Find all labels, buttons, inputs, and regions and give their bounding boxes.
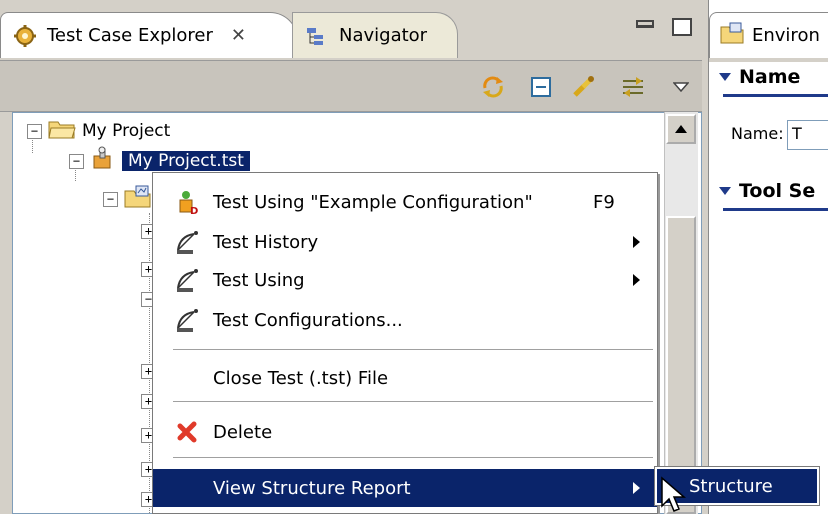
menu-separator: [173, 401, 653, 403]
satellite-icon: [173, 265, 203, 295]
tab-label: Navigator: [339, 25, 428, 46]
menu-item-label: Close Test (.tst) File: [213, 367, 389, 389]
view-menu-icon[interactable]: [668, 74, 694, 100]
tree-item-label: My Project.tst: [122, 151, 250, 171]
tab-label: Test Case Explorer: [47, 25, 213, 46]
menu-item-label: Test History: [213, 231, 319, 253]
menu-item-test-using-example[interactable]: D Test Using "Example Configuration" F9: [153, 183, 657, 221]
tree-item-environment[interactable]: −: [103, 185, 152, 213]
collapse-all-icon[interactable]: [528, 74, 554, 100]
tab-label: Environ: [752, 25, 820, 46]
name-field-label: Name:: [731, 124, 784, 143]
section-title: Tool Se: [739, 180, 816, 202]
chevron-down-icon: [719, 73, 731, 81]
close-icon[interactable]: ✕: [231, 25, 246, 46]
tab-test-case-explorer[interactable]: Test Case Explorer ✕: [0, 12, 298, 58]
environment-icon: [720, 22, 744, 49]
menu-shortcut: F9: [593, 191, 615, 213]
context-menu: D Test Using "Example Configuration" F9 …: [152, 172, 658, 514]
menu-item-label: View Structure Report: [213, 477, 411, 499]
scroll-up-button[interactable]: [666, 114, 696, 144]
menu-separator: [173, 349, 653, 351]
tree-expander[interactable]: −: [27, 123, 42, 139]
section-underline: [723, 208, 828, 211]
menu-item-test-configurations[interactable]: Test Configurations...: [153, 301, 657, 339]
tree-item-my-project[interactable]: − My Project: [27, 117, 170, 145]
maximize-icon[interactable]: [672, 18, 692, 36]
section-header-name[interactable]: Name: [719, 62, 800, 92]
menu-item-label: Test Configurations...: [213, 309, 403, 331]
environment-view: Environ Name Name: T Tool Se: [708, 0, 828, 514]
tree-expander[interactable]: −: [103, 191, 118, 207]
submenu-arrow-icon: [633, 482, 640, 494]
delete-icon: [173, 417, 203, 447]
view-toolbar: [0, 60, 702, 112]
submenu-arrow-icon: [633, 274, 640, 286]
navigator-icon: [305, 24, 329, 48]
sync-icon[interactable]: [480, 74, 506, 100]
submenu-arrow-icon: [633, 236, 640, 248]
satellite-icon: [173, 227, 203, 257]
folder-icon: [48, 118, 76, 145]
tree-expander[interactable]: −: [69, 153, 84, 169]
menu-item-close-test-file[interactable]: Close Test (.tst) File: [153, 359, 657, 397]
link-editor-icon[interactable]: [570, 74, 596, 100]
tab-navigator[interactable]: Navigator: [292, 12, 458, 58]
run-test-icon: D: [173, 187, 203, 217]
filter-icon[interactable]: [620, 74, 646, 100]
tree-item-project-file[interactable]: − My Project.tst: [69, 146, 250, 177]
mouse-cursor-icon: [661, 476, 687, 512]
svg-text:D: D: [190, 206, 198, 216]
menu-item-test-using[interactable]: Test Using: [153, 261, 657, 299]
gear-icon: [13, 24, 37, 48]
minimize-icon[interactable]: [636, 20, 654, 28]
view-tab-bar: Test Case Explorer ✕ Navigator: [0, 0, 702, 60]
chevron-up-icon: [675, 125, 687, 133]
menu-item-delete[interactable]: Delete: [153, 413, 657, 451]
menu-item-label: Test Using: [213, 269, 305, 291]
menu-item-label: Test Using "Example Configuration": [213, 191, 533, 213]
name-input[interactable]: T: [787, 120, 828, 150]
chevron-down-icon: [719, 187, 731, 195]
tree-item-label: My Project: [82, 121, 171, 141]
menu-item-view-structure-report[interactable]: View Structure Report: [153, 469, 657, 507]
tab-environment[interactable]: Environ: [709, 12, 828, 58]
satellite-icon: [173, 305, 203, 335]
section-underline: [723, 94, 828, 97]
test-file-icon: [90, 146, 116, 177]
menu-item-label: Delete: [213, 421, 273, 443]
menu-item-test-history[interactable]: Test History: [153, 223, 657, 261]
section-title: Name: [739, 66, 801, 88]
section-header-tool-settings[interactable]: Tool Se: [719, 176, 815, 206]
menu-separator: [173, 457, 653, 459]
environment-folder-icon: [124, 185, 152, 214]
